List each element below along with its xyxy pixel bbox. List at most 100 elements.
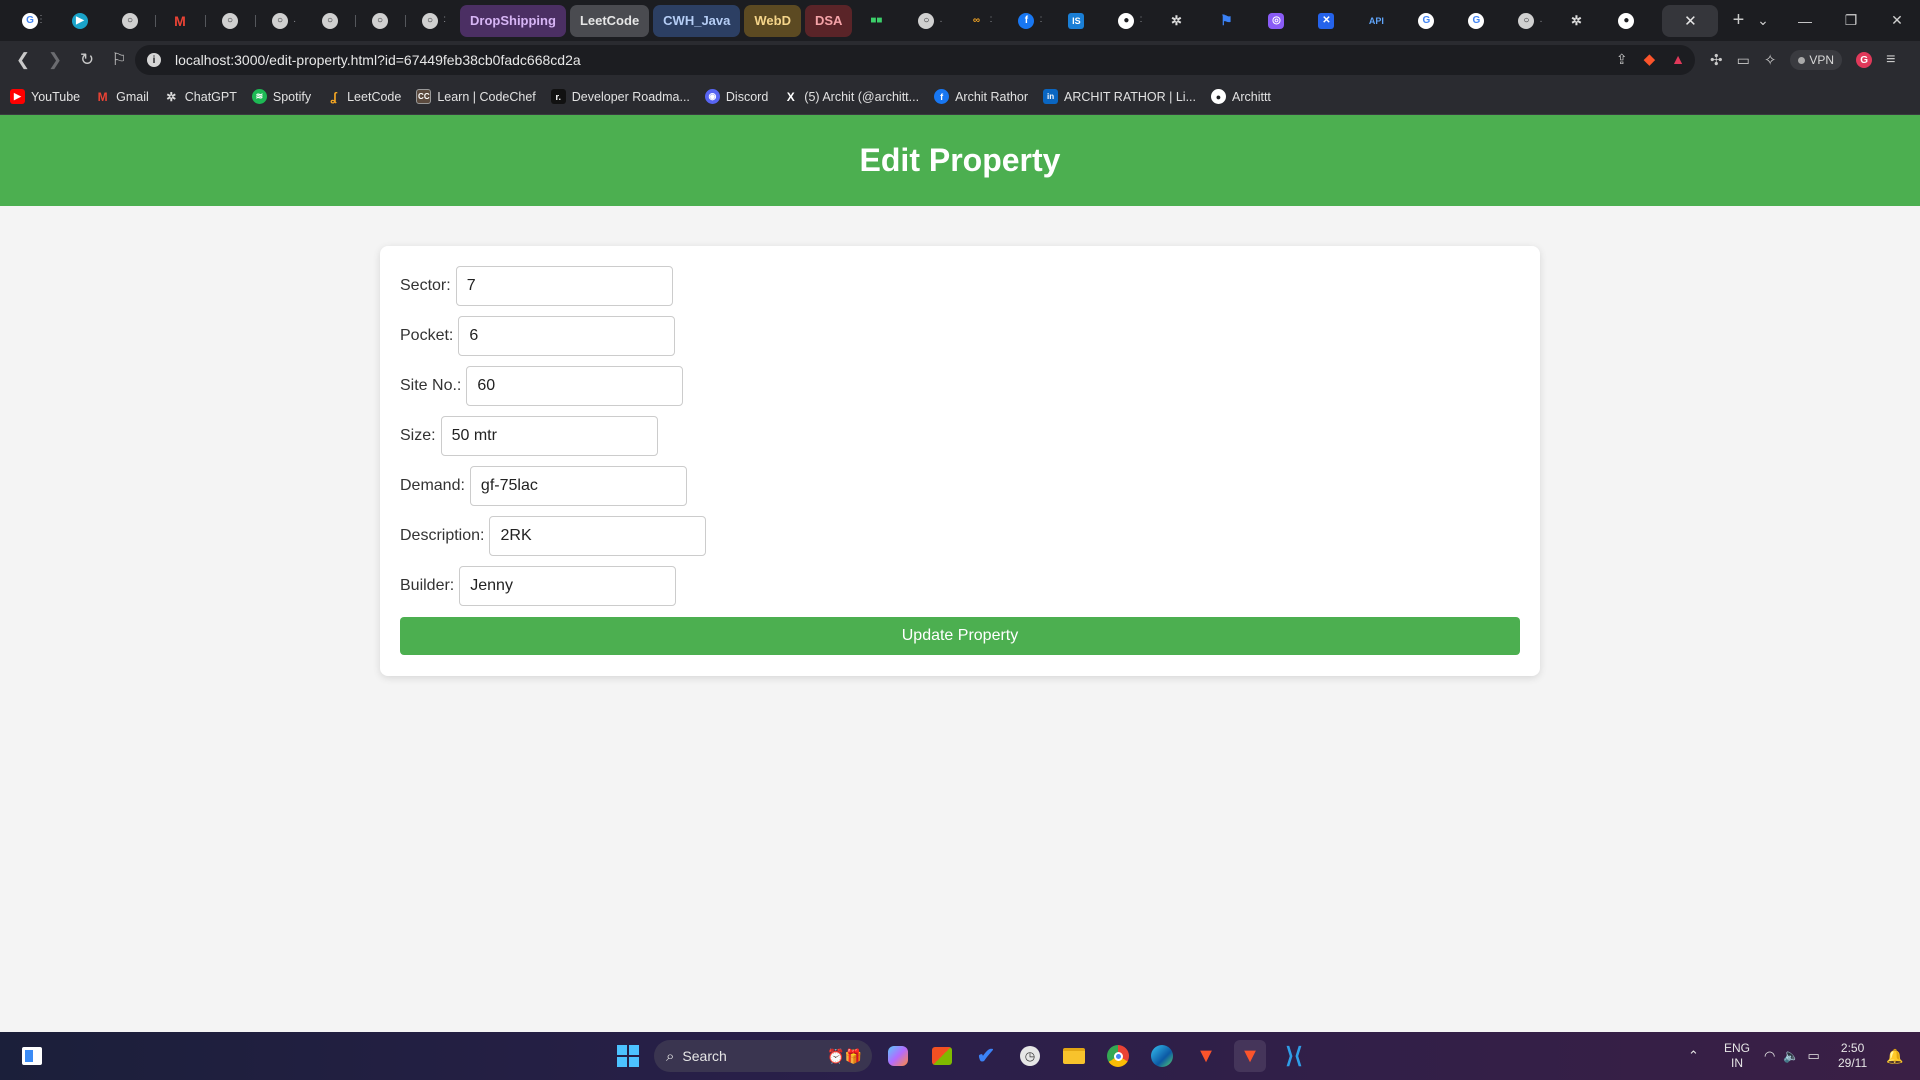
sector-input[interactable]: [455, 266, 673, 306]
tab-github-2[interactable]: ●: [1606, 6, 1646, 36]
brave-shields-icon[interactable]: ◆: [1644, 50, 1656, 68]
tab-purple[interactable]: ◎: [1256, 6, 1296, 36]
size-input[interactable]: [440, 416, 658, 456]
clock-app-icon[interactable]: ◷: [1014, 1040, 1046, 1072]
address-bar[interactable]: i localhost:3000/edit-property.html?id=6…: [135, 45, 1695, 75]
edge-icon[interactable]: [1146, 1040, 1178, 1072]
brave-rewards-icon[interactable]: ▲: [1671, 51, 1685, 67]
todo-icon[interactable]: ✔: [970, 1040, 1002, 1072]
x-twitter-icon: X: [786, 89, 795, 104]
tray-overflow-icon[interactable]: ⌃: [1688, 1032, 1699, 1080]
extensions-icon[interactable]: ✣: [1710, 51, 1723, 69]
bookmark-icon[interactable]: ⚐: [104, 45, 134, 75]
tab-github-1[interactable]: ●:: [1106, 6, 1146, 36]
google-icon: G: [1418, 12, 1435, 29]
store-icon[interactable]: [926, 1040, 958, 1072]
facebook-icon: f: [934, 89, 950, 104]
bookmark-chatgpt[interactable]: ✲ ChatGPT: [164, 89, 237, 104]
vpn-dot-icon: [1798, 56, 1806, 64]
tab-openai-2[interactable]: ✲: [1556, 6, 1596, 36]
bookmark-roadmap[interactable]: r. Developer Roadma...: [550, 89, 690, 104]
play-icon: ▶: [72, 12, 88, 29]
close-icon[interactable]: ✕: [1684, 12, 1697, 30]
demand-input[interactable]: [469, 466, 687, 506]
tab-google[interactable]: G ⋮: [10, 6, 50, 36]
reload-icon[interactable]: ↻: [72, 45, 102, 75]
tab-google-2[interactable]: G: [1406, 6, 1446, 36]
globe-icon: ○: [422, 12, 438, 29]
chrome-icon[interactable]: [1102, 1040, 1134, 1072]
active-tab[interactable]: ✕: [1662, 4, 1719, 37]
url-text[interactable]: localhost:3000/edit-property.html?id=674…: [175, 52, 581, 68]
brave-icon[interactable]: ▼: [1190, 1040, 1222, 1072]
tab-globe-4[interactable]: ○: [310, 6, 356, 36]
wallet-icon[interactable]: ▭: [1737, 52, 1750, 69]
file-explorer-icon[interactable]: [1058, 1040, 1090, 1072]
tab-globe-1[interactable]: ○: [110, 6, 156, 36]
minimize-icon[interactable]: —: [1782, 0, 1828, 41]
tab-search-chevron-icon[interactable]: ⌄: [1740, 0, 1786, 41]
tab-gmail[interactable]: M: [160, 6, 206, 36]
bookmark-linkedin[interactable]: in ARCHIT RATHOR | Li...: [1043, 89, 1196, 104]
pocket-input[interactable]: [458, 316, 676, 356]
page-title: Edit Property: [859, 142, 1061, 178]
bookmark-discord[interactable]: ◉ Discord: [704, 89, 768, 104]
vscode-icon[interactable]: ⟩⟨: [1278, 1040, 1310, 1072]
tab-globe-3[interactable]: ○.: [260, 6, 300, 36]
tab-group-leetcode[interactable]: LeetCode: [569, 4, 650, 37]
bookmark-youtube[interactable]: ▶ YouTube: [10, 89, 80, 104]
close-window-icon[interactable]: ✕: [1874, 0, 1920, 41]
search-icon: ⌕: [666, 1047, 675, 1065]
site-info-icon[interactable]: i: [147, 53, 161, 67]
tab-globe-5[interactable]: ○: [360, 6, 406, 36]
builder-input[interactable]: [459, 566, 677, 606]
brave-active-icon[interactable]: ▼: [1234, 1040, 1266, 1072]
language-indicator[interactable]: ENG IN: [1724, 1032, 1750, 1080]
site-no-label: Site No.:: [400, 377, 462, 394]
menu-icon[interactable]: ≡: [1886, 51, 1895, 69]
bookmark-facebook[interactable]: f Archit Rathor: [934, 89, 1028, 104]
tab-globe-6[interactable]: ○:: [410, 6, 450, 36]
tab-flag[interactable]: ⚑: [1206, 6, 1246, 36]
tab-is[interactable]: IS: [1056, 6, 1096, 36]
tab-openai[interactable]: ✲: [1156, 6, 1196, 36]
update-property-button[interactable]: Update Property: [400, 617, 1520, 655]
tab-media[interactable]: ▶: [60, 6, 100, 36]
back-icon[interactable]: ❮: [8, 45, 38, 75]
bookmark-leetcode[interactable]: ʆ LeetCode: [326, 89, 401, 104]
site-no-input[interactable]: [466, 366, 684, 406]
share-icon[interactable]: ⇪: [1616, 51, 1628, 68]
restore-icon[interactable]: ❐: [1828, 0, 1874, 41]
copilot-icon[interactable]: [882, 1040, 914, 1072]
tab-group-cwh-java[interactable]: CWH_Java: [653, 4, 741, 37]
bookmark-gmail[interactable]: M Gmail: [95, 89, 149, 104]
notifications-icon[interactable]: 🔔: [1886, 1032, 1903, 1080]
leo-ai-icon[interactable]: ✧: [1764, 51, 1777, 69]
tab-group-dropshipping[interactable]: DropShipping: [460, 4, 566, 37]
bookmark-github[interactable]: ● Archittt: [1211, 89, 1271, 104]
bookmark-codechef[interactable]: CC Learn | CodeChef: [416, 89, 536, 104]
vpn-button[interactable]: VPN: [1790, 50, 1843, 70]
bookmark-x[interactable]: X (5) Archit (@architt...: [783, 89, 919, 104]
tab-google-3[interactable]: G: [1456, 6, 1496, 36]
system-tray-icons[interactable]: ◠ 🔈 ▭: [1764, 1032, 1820, 1080]
tab-facebook[interactable]: f:: [1006, 6, 1046, 36]
tab-globe-7[interactable]: ○.: [906, 6, 946, 36]
widgets-icon[interactable]: [16, 1040, 48, 1072]
taskbar-search[interactable]: ⌕ Search ⏰🎁: [654, 1040, 872, 1072]
clock[interactable]: 2:50 29/11: [1838, 1032, 1867, 1080]
description-input[interactable]: [489, 516, 707, 556]
tab-group-webd[interactable]: WebD: [744, 4, 801, 37]
start-icon[interactable]: [612, 1040, 644, 1072]
tab-api[interactable]: API: [1356, 6, 1396, 36]
bookmark-spotify[interactable]: ≋ Spotify: [251, 89, 311, 104]
tab-group-dsa[interactable]: DSA: [804, 4, 853, 37]
forward-icon[interactable]: ❯: [40, 45, 70, 75]
tab-tools[interactable]: ✕: [1306, 6, 1346, 36]
profile-icon[interactable]: G: [1856, 52, 1873, 68]
tab-globe-2[interactable]: ○: [210, 6, 256, 36]
tab-link[interactable]: ∞:: [956, 6, 996, 36]
tab-meter[interactable]: ■■: [856, 6, 896, 36]
youtube-icon: ▶: [10, 89, 25, 104]
tab-globe-8[interactable]: ○.: [1506, 6, 1546, 36]
